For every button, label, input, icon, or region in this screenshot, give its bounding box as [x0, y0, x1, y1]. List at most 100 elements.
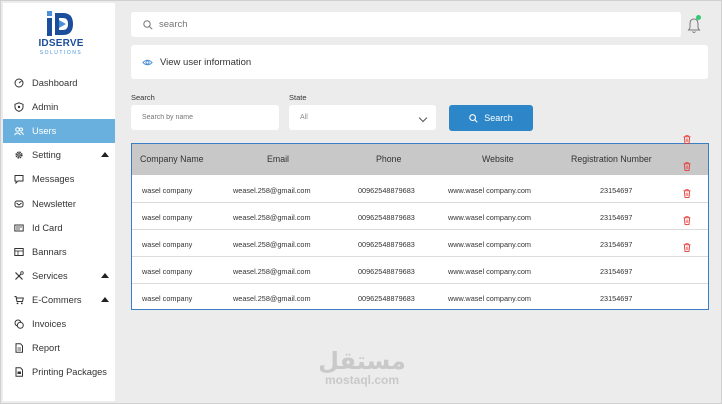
- sidebar: IDSERVE SOLUTIONS Dashboard Admin Users Set…: [3, 3, 115, 401]
- cell-registration: 23154697: [600, 213, 633, 222]
- cell-company: wasel company: [142, 186, 193, 195]
- sidebar-item-report[interactable]: Report: [3, 336, 115, 360]
- search-by-name-field[interactable]: [131, 105, 279, 130]
- search-button[interactable]: Search: [449, 105, 533, 131]
- sidebar-item-messages[interactable]: Messages: [3, 167, 115, 191]
- state-select[interactable]: All: [289, 105, 436, 130]
- gear-icon: [14, 150, 24, 160]
- delete-icon[interactable]: [683, 131, 691, 144]
- cell-email: weasel.258@gmail.com: [233, 267, 311, 276]
- cell-registration: 23154697: [600, 294, 633, 303]
- delete-icon[interactable]: [683, 158, 691, 171]
- column-header-website[interactable]: Website: [482, 154, 514, 164]
- global-search-bar[interactable]: [131, 12, 681, 37]
- watermark-latin: mostaql.com: [324, 373, 399, 387]
- view-user-info-bar[interactable]: View user information: [131, 45, 708, 79]
- sidebar-item-label: Report: [32, 343, 60, 354]
- cell-website: www.wasel company.com: [448, 186, 531, 195]
- caret-up-icon[interactable]: [101, 296, 109, 302]
- caret-up-icon[interactable]: [101, 152, 109, 158]
- logo-mark-icon: [47, 11, 73, 36]
- sidebar-item-e-commers[interactable]: E-Commers: [3, 288, 115, 312]
- banner-icon: [14, 247, 24, 257]
- cell-registration: 23154697: [600, 267, 633, 276]
- sidebar-item-newsletter[interactable]: Newsletter: [3, 191, 115, 215]
- users-icon: [14, 126, 24, 136]
- sidebar-item-label: Services: [32, 270, 68, 281]
- cart-icon: [14, 295, 24, 305]
- sidebar-item-label: Id Card: [32, 222, 63, 233]
- search-filter-label: Search: [131, 93, 155, 102]
- chevron-down-icon: [418, 113, 428, 123]
- sidebar-item-admin[interactable]: Admin: [3, 95, 115, 119]
- brand-logo[interactable]: IDSERVE SOLUTIONS: [31, 11, 91, 59]
- sidebar-item-label: Messages: [32, 174, 75, 185]
- coins-icon: [14, 319, 24, 329]
- cell-company: wasel company: [142, 294, 193, 303]
- table-row[interactable]: wasel company weasel.258@gmail.com 0096254…: [132, 230, 708, 257]
- sidebar-item-bannars[interactable]: Bannars: [3, 240, 115, 264]
- tools-icon: [14, 271, 24, 281]
- cell-website: www.wasel company.com: [448, 240, 531, 249]
- sidebar-item-services[interactable]: Services: [3, 264, 115, 288]
- state-filter-label: State: [289, 93, 307, 102]
- sidebar-item-label: Admin: [32, 102, 59, 113]
- column-header-company[interactable]: Company Name: [140, 154, 204, 164]
- sidebar-item-label: E-Commers: [32, 294, 82, 305]
- dashboard-icon: [14, 78, 24, 88]
- mail-icon: [14, 199, 24, 209]
- app-window: IDSERVE SOLUTIONS Dashboard Admin Users Set…: [0, 0, 722, 404]
- cell-phone: 00962548879683: [358, 240, 415, 249]
- sidebar-item-id-card[interactable]: Id Card: [3, 216, 115, 240]
- search-icon: [469, 113, 478, 123]
- eye-icon: [142, 59, 153, 65]
- search-button-label: Search: [484, 113, 513, 123]
- delete-icon[interactable]: [683, 212, 691, 225]
- chat-icon: [14, 174, 24, 185]
- sidebar-item-label: Invoices: [32, 318, 67, 329]
- cell-phone: 00962548879683: [358, 186, 415, 195]
- shield-icon: [14, 102, 24, 113]
- search-by-name-input[interactable]: [142, 114, 272, 121]
- cell-email: weasel.258@gmail.com: [233, 186, 311, 195]
- brand-tagline: SOLUTIONS: [39, 50, 83, 56]
- table-row[interactable]: wasel company weasel.258@gmail.com 0096254…: [132, 257, 708, 284]
- cell-website: www.wasel company.com: [448, 294, 531, 303]
- cell-registration: 23154697: [600, 186, 633, 195]
- report-icon: [14, 343, 24, 353]
- cell-website: www.wasel company.com: [448, 267, 531, 276]
- sidebar-item-invoices[interactable]: Invoices: [3, 312, 115, 336]
- sidebar-item-label: Users: [32, 126, 57, 137]
- column-header-phone[interactable]: Phone: [376, 154, 401, 164]
- sidebar-item-label: Bannars: [32, 246, 67, 257]
- sidebar-item-printing-packages[interactable]: Printing Packages: [3, 360, 115, 384]
- global-search-input[interactable]: [159, 19, 659, 30]
- cell-phone: 00962548879683: [358, 294, 415, 303]
- table-row[interactable]: wasel company weasel.258@gmail.com 0096254…: [132, 203, 708, 230]
- delete-icon[interactable]: [683, 185, 691, 198]
- cell-company: wasel company: [142, 267, 193, 276]
- sidebar-item-label: Dashboard: [32, 78, 78, 89]
- view-user-info-label: View user information: [160, 56, 252, 68]
- cell-phone: 00962548879683: [358, 213, 415, 222]
- sidebar-item-label: Setting: [32, 150, 61, 161]
- watermark: مستقل mostaql.com: [317, 349, 407, 387]
- state-select-value: All: [300, 114, 308, 121]
- cell-registration: 23154697: [600, 240, 633, 249]
- column-header-email[interactable]: Email: [267, 154, 289, 164]
- cell-email: weasel.258@gmail.com: [233, 294, 311, 303]
- table-row[interactable]: wasel company weasel.258@gmail.com 0096254…: [132, 284, 708, 311]
- id-card-icon: [14, 223, 24, 233]
- sidebar-item-setting[interactable]: Setting: [3, 143, 115, 167]
- delete-icon[interactable]: [683, 239, 691, 252]
- cell-website: www.wasel company.com: [448, 213, 531, 222]
- companies-table: Company Name Email Phone Website Registr…: [131, 143, 709, 310]
- cell-company: wasel company: [142, 240, 193, 249]
- column-header-registration[interactable]: Registration Number: [571, 154, 652, 164]
- table-header: Company Name Email Phone Website Registr…: [132, 144, 708, 175]
- table-row[interactable]: wasel company weasel.258@gmail.com 0096254…: [132, 176, 708, 203]
- notification-status-dot: [696, 15, 701, 20]
- sidebar-item-dashboard[interactable]: Dashboard: [3, 71, 115, 95]
- sidebar-item-users[interactable]: Users: [3, 119, 115, 144]
- caret-up-icon[interactable]: [101, 272, 109, 278]
